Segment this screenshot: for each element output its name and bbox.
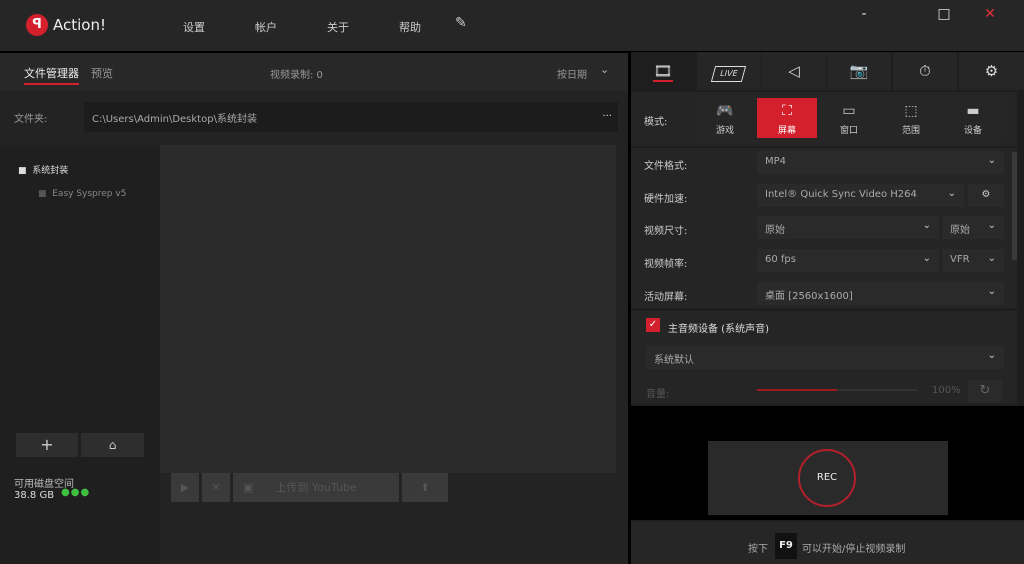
tree-item[interactable]: ■ Easy Sysprep v5 [38,189,126,199]
gear-icon: ⚙ [981,189,991,200]
hotkey-badge: F9 [775,533,797,559]
tab-preview[interactable]: 预览 [91,65,113,81]
disk-space-value: 38.8 GB [14,490,55,501]
folder-path: C:\Users\Admin\Desktop\系统封装 [92,114,257,125]
mode-window[interactable]: ▭ 窗口 [819,98,879,138]
browse-button[interactable]: ... [602,108,612,119]
gamepad-icon: 🎮 [716,103,734,119]
tab-live[interactable]: LIVE [697,52,761,90]
upload-youtube-button[interactable]: ▣ 上传到 YouTube [233,473,399,502]
mode-screen[interactable]: ⛶ 屏幕 [757,98,817,138]
window-icon: ▭ [842,103,856,119]
chevron-down-icon: ⌄ [922,220,931,231]
audio-device-checkbox[interactable]: ✓ [646,318,660,332]
stopwatch-icon: ⏱ [919,62,931,80]
tab-timer[interactable]: ⏱ [893,52,957,90]
app-logo: ꟼ [26,14,48,36]
add-folder-button[interactable]: + [16,433,78,457]
hw-accel-settings-button[interactable]: ⚙ [968,184,1004,207]
speaker-icon: ◁ [788,62,800,80]
maximize-button[interactable]: □ [924,6,964,22]
chevron-down-icon: ⌄ [987,155,996,166]
video-size-label: 视频尺寸: [644,226,688,237]
tab-audio[interactable]: ◁ [762,52,826,90]
tab-settings[interactable]: ⚙ [959,52,1024,90]
tab-file-manager[interactable]: 文件管理器 [24,65,79,85]
frame-rate-mode-select[interactable]: VFR ⌄ [942,249,1004,272]
gear-icon: ⚙ [984,62,999,80]
pen-icon[interactable]: ✎ [455,15,467,31]
tab-screenshot[interactable]: 📷 [827,52,891,90]
video-size-scale-select[interactable]: 原始 ⌄ [942,216,1004,239]
chevron-down-icon: ⌄ [987,220,996,231]
menu-settings[interactable]: 设置 [183,19,205,35]
audio-source-select[interactable]: 系统默认 ⌄ [646,346,1004,369]
frame-rate-label: 视频帧率: [644,259,688,270]
file-list-area [160,145,616,473]
menu-about[interactable]: 关于 [327,19,349,35]
mode-region[interactable]: ⬚ 范围 [881,98,941,138]
region-icon: ⬚ [904,103,918,119]
active-screen-select[interactable]: 桌面 [2560x1600] ⌄ [757,282,1004,305]
upload-button[interactable]: ⬆ [402,473,448,502]
video-count: 视频录制: 0 [270,70,323,81]
chevron-down-icon: ⌄ [922,253,931,264]
youtube-icon: ▣ [243,481,254,494]
scrollbar[interactable] [1012,152,1017,260]
app-title: Action! [53,16,106,34]
sort-dropdown[interactable]: 按日期 [557,66,587,81]
menu-help[interactable]: 帮助 [399,19,421,35]
mode-device[interactable]: ▬ 设备 [943,98,1003,138]
hw-accel-select[interactable]: Intel® Quick Sync Video H264 ⌄ [757,184,964,207]
chevron-down-icon[interactable]: ⌄ [600,63,609,76]
volume-slider[interactable] [757,389,917,391]
frame-rate-select[interactable]: 60 fps ⌄ [757,249,939,272]
minimize-button[interactable]: - [844,6,884,22]
file-format-label: 文件格式: [644,161,688,172]
volume-slider-fill [757,389,837,391]
chevron-down-icon: ⌄ [987,350,996,361]
hint-suffix: 可以开始/停止视频录制 [802,544,906,555]
hdmi-icon: ▬ [966,103,980,119]
disk-status-dots: ●●● [61,487,91,498]
live-icon: LIVE [711,66,747,82]
tree-item[interactable]: ■ 系统封装 [18,163,68,176]
tab-video[interactable]: 🎞 [631,52,695,90]
upload-arrow-icon: ⬆ [420,481,430,494]
volume-label: 音量: [646,389,670,400]
film-icon: 🎞 [653,62,673,82]
chevron-down-icon: ⌄ [947,188,956,199]
mode-game[interactable]: 🎮 游戏 [695,98,755,138]
camera-icon: 📷 [849,62,869,80]
folder-icon: ■ [18,166,27,176]
rec-button[interactable]: REC [798,449,856,507]
chevron-down-icon: ⌄ [987,286,996,297]
open-folder-button[interactable]: ⌂ [81,433,144,457]
folder-label: 文件夹: [14,114,48,125]
volume-value: 100% [932,385,961,396]
audio-device-label: 主音频设备 (系统声音) [668,324,769,335]
delete-button[interactable]: ✕ [202,473,230,502]
reset-icon: ↻ [979,383,991,398]
hw-accel-label: 硬件加速: [644,194,688,205]
video-size-select[interactable]: 原始 ⌄ [757,216,939,239]
folder-tree [0,145,160,564]
home-folder-icon: ⌂ [108,438,117,452]
folder-path-field[interactable]: C:\Users\Admin\Desktop\系统封装... [84,102,618,132]
menu-account[interactable]: 帐户 [255,19,277,35]
hint-prefix: 按下 [748,544,768,555]
close-button[interactable]: ✕ [970,6,1010,22]
screen-icon: ⛶ [782,103,792,119]
folder-icon: ■ [38,189,47,199]
reset-volume-button[interactable]: ↻ [968,380,1002,402]
chevron-down-icon: ⌄ [987,253,996,264]
active-screen-label: 活动屏幕: [644,292,688,303]
mode-label: 模式: [644,117,668,128]
file-format-select[interactable]: MP4 ⌄ [757,151,1004,174]
play-button[interactable]: ▶ [171,473,199,502]
